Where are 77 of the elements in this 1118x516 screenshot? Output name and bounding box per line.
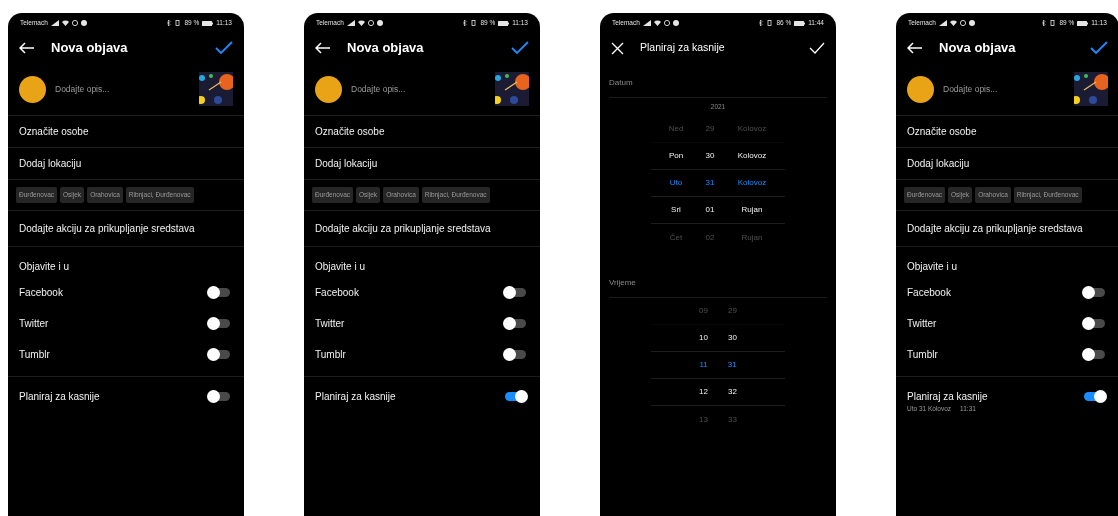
back-arrow-icon[interactable] — [19, 42, 35, 54]
tag-people-link[interactable]: Označite osobe — [315, 124, 385, 139]
share-target-label: Twitter — [315, 317, 345, 331]
toggle-switch[interactable] — [1084, 392, 1105, 401]
share-target-label: Tumblr — [315, 348, 346, 362]
add-location-link[interactable]: Dodaj lokaciju — [315, 156, 378, 171]
bluetooth-icon — [167, 20, 172, 26]
caption-placeholder[interactable]: Dodajte opis... — [351, 82, 406, 96]
share-target-label: Facebook — [315, 286, 359, 300]
date-picker-row[interactable]: Pon 30 Kolovoz — [651, 143, 785, 170]
time-section-label: Vrijeme — [609, 277, 636, 289]
share-target-label: Tumblr — [907, 348, 938, 362]
back-arrow-icon[interactable] — [315, 42, 331, 54]
wifi-icon — [61, 20, 69, 26]
confirm-check-icon[interactable] — [511, 41, 529, 55]
share-target-label: Twitter — [907, 317, 937, 331]
bluetooth-icon — [759, 20, 764, 26]
schedule-label: Planiraj za kasnije — [315, 390, 396, 404]
battery-icon — [202, 20, 214, 26]
toggle-switch[interactable] — [1084, 319, 1105, 328]
share-target-label: Tumblr — [19, 348, 50, 362]
battery-icon — [1077, 20, 1089, 26]
toggle-switch[interactable] — [505, 319, 526, 328]
date-section-label: Datum — [609, 77, 633, 89]
time-picker-row[interactable]: 10 30 — [651, 325, 785, 352]
toggle-switch[interactable] — [209, 288, 230, 297]
time-picker-row[interactable]: 12 32 — [651, 379, 785, 406]
signal-icon — [346, 20, 355, 26]
tag-people-link[interactable]: Označite osobe — [19, 124, 89, 139]
signal-icon — [642, 20, 651, 26]
signal-icon — [50, 20, 59, 26]
screen-title: Nova objava — [51, 39, 128, 58]
confirm-check-icon[interactable] — [215, 41, 233, 55]
battery-icon — [498, 20, 510, 26]
screen-title: Nova objava — [939, 39, 1016, 58]
date-picker-row[interactable]: Uto 31 Kolovoz — [651, 170, 785, 197]
toggle-switch[interactable] — [505, 350, 526, 359]
tag-people-link[interactable]: Označite osobe — [907, 124, 977, 139]
share-target-label: Facebook — [907, 286, 951, 300]
back-arrow-icon[interactable] — [907, 42, 923, 54]
toggle-switch[interactable] — [1084, 350, 1105, 359]
schedule-label: Planiraj za kasnije — [19, 390, 100, 404]
section-heading: Objavite i u — [315, 259, 366, 274]
toggle-switch[interactable] — [505, 288, 526, 297]
toggle-switch[interactable] — [505, 392, 526, 401]
add-location-link[interactable]: Dodaj lokaciju — [19, 156, 82, 171]
schedule-label: Planiraj za kasnije — [907, 390, 988, 404]
bluetooth-icon — [1042, 20, 1047, 26]
fundraiser-link[interactable]: Dodajte akciju za prikupljanje sredstava — [315, 221, 491, 236]
close-icon[interactable] — [611, 41, 624, 55]
section-heading: Objavite i u — [907, 259, 958, 274]
planets-thumbnail-drawing — [495, 72, 529, 106]
add-location-link[interactable]: Dodaj lokaciju — [907, 156, 970, 171]
toggle-switch[interactable] — [209, 350, 230, 359]
fundraiser-link[interactable]: Dodajte akciju za prikupljanje sredstava — [19, 221, 195, 236]
section-heading: Objavite i u — [19, 259, 70, 274]
caption-placeholder[interactable]: Dodajte opis... — [943, 82, 998, 96]
date-picker-row[interactable]: Sri 01 Rujan — [651, 197, 785, 224]
fundraiser-link[interactable]: Dodajte akciju za prikupljanje sredstava — [907, 221, 1083, 236]
toggle-switch[interactable] — [209, 319, 230, 328]
screen-title: Planiraj za kasnije — [640, 40, 725, 56]
screen-title: Nova objava — [347, 39, 424, 58]
toggle-switch[interactable] — [1084, 288, 1105, 297]
planets-thumbnail-drawing — [1074, 72, 1108, 106]
toggle-switch[interactable] — [209, 392, 230, 401]
wifi-icon — [949, 20, 957, 26]
battery-icon — [794, 20, 806, 26]
planets-thumbnail-drawing — [199, 72, 233, 106]
bluetooth-icon — [463, 20, 468, 26]
caption-placeholder[interactable]: Dodajte opis... — [55, 82, 110, 96]
time-picker-row[interactable]: 11 31 — [651, 352, 785, 379]
signal-icon — [938, 20, 947, 26]
share-target-label: Facebook — [19, 286, 63, 300]
confirm-check-icon[interactable] — [1090, 41, 1108, 55]
wifi-icon — [653, 20, 661, 26]
wifi-icon — [357, 20, 365, 26]
share-target-label: Twitter — [19, 317, 49, 331]
